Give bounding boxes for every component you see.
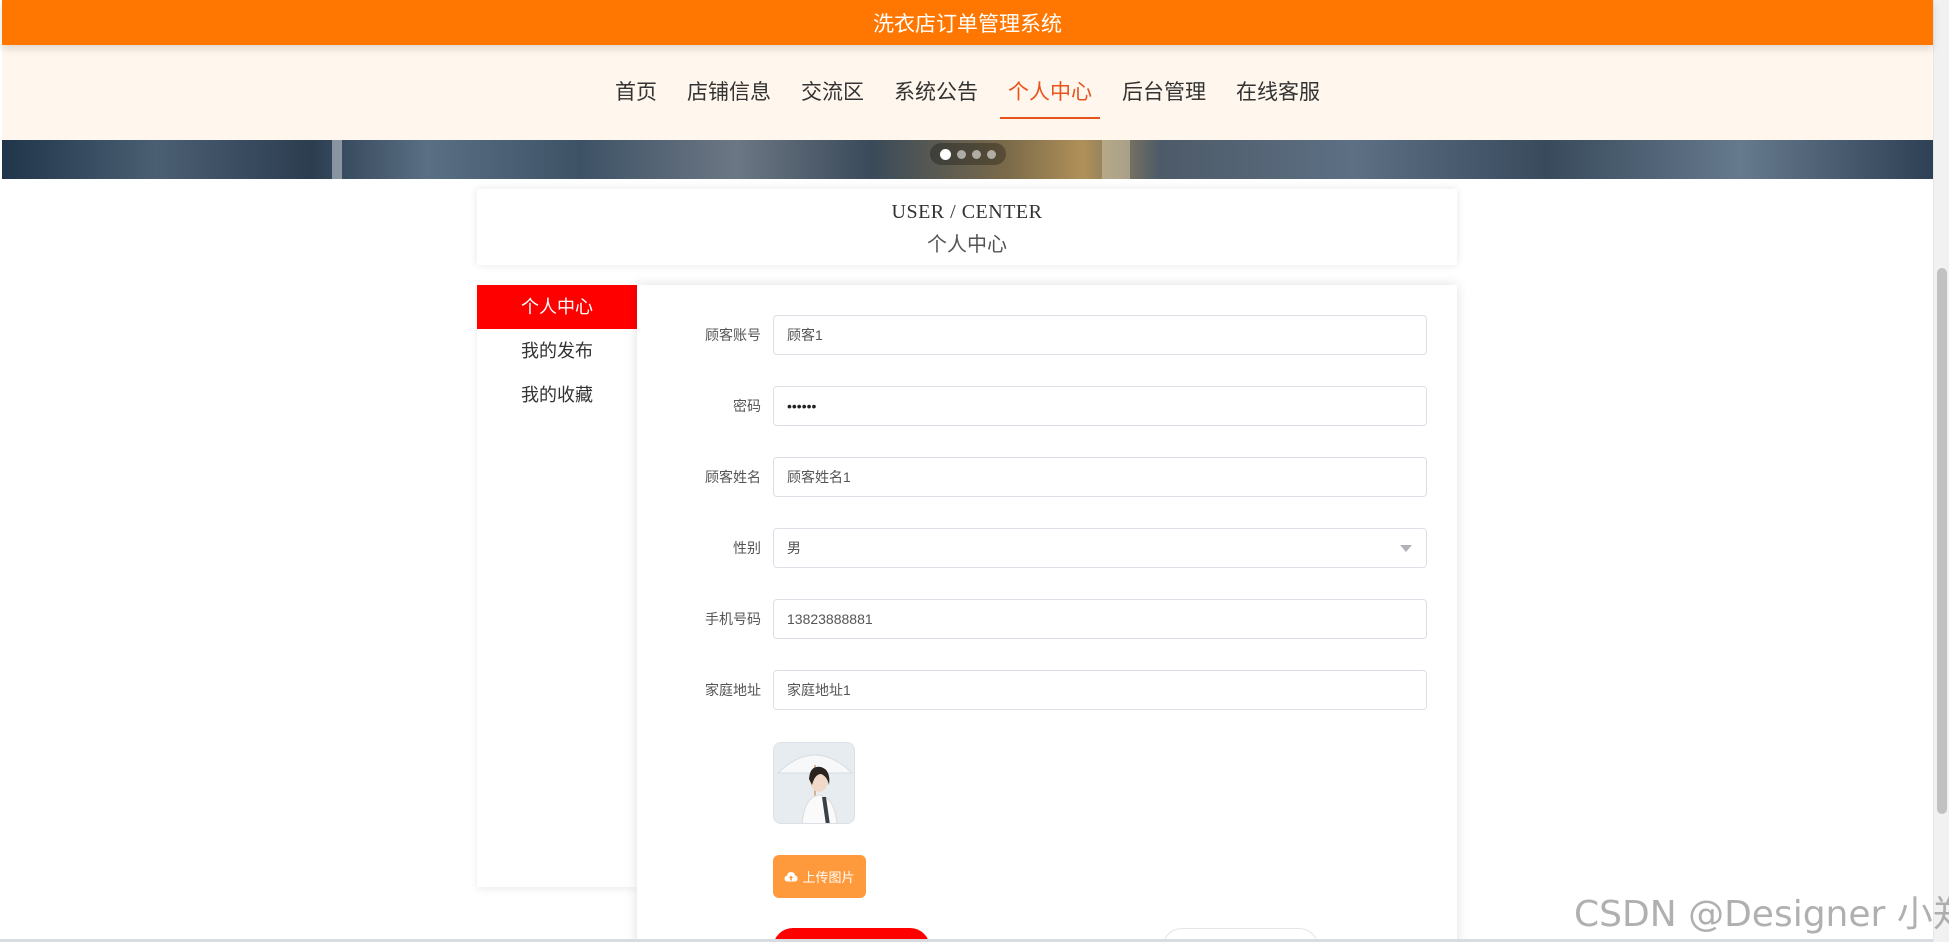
user-sidebar: 个人中心 我的发布 我的收藏 (477, 285, 637, 887)
address-input[interactable]: 家庭地址1 (773, 670, 1427, 710)
carousel-dot-4[interactable] (987, 149, 996, 159)
chevron-down-icon (1400, 545, 1412, 552)
sidebar-item-my-favorites[interactable]: 我的收藏 (477, 373, 637, 417)
app-header: 洗衣店订单管理系统 (2, 0, 1933, 45)
gender-select[interactable]: 男 (773, 528, 1427, 568)
vertical-scrollbar[interactable] (1933, 0, 1949, 942)
page: 洗衣店订单管理系统 首页 店铺信息 交流区 系统公告 个人中心 后台管理 在线客… (0, 0, 1949, 942)
phone-label: 手机号码 (705, 611, 761, 627)
name-label: 顾客姓名 (705, 469, 761, 485)
gender-label: 性别 (733, 540, 761, 556)
nav-item-customer-service[interactable]: 在线客服 (1228, 73, 1328, 113)
banner-carousel[interactable] (2, 140, 1933, 179)
account-label: 顾客账号 (705, 327, 761, 343)
profile-form: 顾客账号 顾客1 密码 •••••• 顾客姓名 顾客姓名1 性别 男 手机号码 … (637, 285, 1457, 942)
form-row-address: 家庭地址 家庭地址1 (637, 670, 1457, 710)
form-row-password: 密码 •••••• (637, 386, 1457, 426)
cloud-upload-icon (784, 871, 798, 881)
gender-select-value: 男 (787, 540, 801, 556)
name-input[interactable]: 顾客姓名1 (773, 457, 1427, 497)
phone-input[interactable]: 13823888881 (773, 599, 1427, 639)
account-input[interactable]: 顾客1 (773, 315, 1427, 355)
nav-item-admin[interactable]: 后台管理 (1114, 73, 1214, 113)
password-input[interactable]: •••••• (773, 386, 1427, 426)
carousel-dot-3[interactable] (972, 149, 981, 159)
scrollbar-thumb[interactable] (1937, 268, 1947, 814)
address-label: 家庭地址 (705, 682, 761, 698)
nav-item-user-center[interactable]: 个人中心 (1000, 73, 1100, 119)
upload-image-button[interactable]: 上传图片 (773, 855, 866, 898)
page-title-cn: 个人中心 (927, 234, 1007, 256)
upload-image-label: 上传图片 (802, 870, 855, 885)
password-label: 密码 (733, 398, 761, 414)
carousel-dot-1[interactable] (940, 148, 951, 160)
carousel-indicators (930, 143, 1006, 165)
app-title: 洗衣店订单管理系统 (873, 12, 1062, 36)
form-row-phone: 手机号码 13823888881 (637, 599, 1457, 639)
nav-item-announcements[interactable]: 系统公告 (886, 73, 986, 113)
form-row-gender: 性别 男 (637, 528, 1457, 568)
page-title-en: USER / CENTER (891, 201, 1043, 223)
watermark: CSDN @Designer 小郑 (1574, 894, 1949, 935)
nav-item-shop-info[interactable]: 店铺信息 (679, 73, 779, 113)
sidebar-item-my-posts[interactable]: 我的发布 (477, 329, 637, 373)
avatar-photo-icon (774, 743, 854, 823)
main-nav: 首页 店铺信息 交流区 系统公告 个人中心 后台管理 在线客服 (2, 45, 1933, 140)
nav-item-home[interactable]: 首页 (607, 73, 665, 113)
nav-item-forum[interactable]: 交流区 (793, 73, 872, 113)
form-row-name: 顾客姓名 顾客姓名1 (637, 457, 1457, 497)
form-row-account: 顾客账号 顾客1 (637, 315, 1457, 355)
section-title-card: USER / CENTER 个人中心 (477, 189, 1457, 265)
sidebar-item-user-center[interactable]: 个人中心 (477, 285, 637, 329)
avatar-image[interactable] (773, 742, 855, 824)
carousel-dot-2[interactable] (957, 149, 966, 159)
